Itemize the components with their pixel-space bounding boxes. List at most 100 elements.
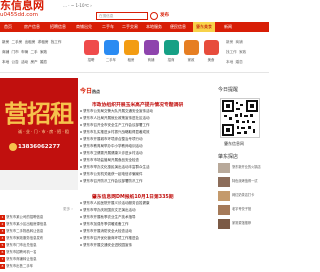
thumbnail[interactable]: [218, 163, 230, 173]
news-item[interactable]: 肇东市举办庆祝国庆文艺演出活动: [80, 207, 210, 214]
thumb-caption[interactable]: 肇东新开业的火锅店: [232, 164, 268, 169]
app-icon[interactable]: [124, 40, 139, 55]
promo-banner[interactable]: 营招租 诚 · 业 · 门 · 市 · 房 · 招 · 租 1383606227…: [0, 78, 78, 170]
subnav-link[interactable]: 公告: [11, 60, 18, 64]
nav-item[interactable]: 首页: [4, 22, 12, 32]
category-link[interactable]: 婚恋: [235, 60, 242, 64]
news-item[interactable]: 肇东市扎实推进乡村振兴战略取得显著成效: [80, 129, 210, 136]
thumb-caption[interactable]: 特色烧烤值得一试: [232, 178, 268, 183]
app-icon[interactable]: [204, 40, 219, 55]
thumb-caption[interactable]: 老字号饺子馆: [232, 206, 268, 211]
nav-item[interactable]: 二手交易: [122, 22, 138, 32]
thumbnail[interactable]: [218, 191, 230, 201]
nav-item[interactable]: 便民信息: [170, 22, 186, 32]
thumb-caption[interactable]: 网红奶茶店打卡: [232, 192, 268, 197]
thumb-caption[interactable]: 家常菜馆推荐: [232, 220, 268, 225]
list-item[interactable]: 2 肇东市某小区出租房源信息: [0, 221, 78, 228]
nav-item[interactable]: 新闻: [224, 22, 232, 32]
nav-item-active[interactable]: 肇东美食: [193, 22, 215, 32]
list-item[interactable]: 1 肇东市某公司的招聘信息: [0, 214, 78, 221]
news-item[interactable]: 肇东市开展交通安全进校园宣传: [80, 242, 210, 249]
news-item[interactable]: 肇东市市场监管局开展食品安全检查: [80, 157, 210, 164]
subnav-link[interactable]: 二手房: [11, 40, 22, 44]
right-category-grid: 本地 婚恋: [226, 60, 243, 65]
subnav-link[interactable]: 房产: [30, 60, 37, 64]
banner-subtext: 诚 · 业 · 门 · 市 · 房 · 招 · 租: [18, 129, 69, 134]
news-item[interactable]: 肇东市人民医院开展义诊活动服务百姓健康: [80, 200, 210, 207]
app-icon[interactable]: [184, 40, 199, 55]
news-item[interactable]: 肇东市开展消防安全大检查活动: [80, 228, 210, 235]
category-link[interactable]: 找工作: [226, 50, 237, 54]
category-link[interactable]: 新房: [226, 40, 233, 44]
thumbnail[interactable]: [218, 219, 230, 229]
nav-item[interactable]: 商铺出兑: [76, 22, 92, 32]
category-link[interactable]: 本地: [226, 60, 233, 64]
subnav-link[interactable]: 门市: [11, 50, 18, 54]
news-item[interactable]: 肇东市公安局交警大队开展交通安全宣传活动: [80, 108, 210, 115]
subnav-link[interactable]: 商铺: [2, 50, 9, 54]
app-icon[interactable]: [144, 40, 159, 55]
news-item[interactable]: 肇东市加强冬季供暖准备工作: [80, 221, 210, 228]
today-section-title: 今日热点: [80, 88, 101, 95]
site-logo[interactable]: 东信息网: [0, 0, 44, 12]
list-item[interactable]: 4 肇东市家政服务信息发布: [0, 235, 78, 242]
sidebar-block-title: 肇东探店: [218, 154, 239, 160]
category-link[interactable]: 家政: [239, 50, 246, 54]
subnav-link[interactable]: 家政: [40, 50, 47, 54]
list-item[interactable]: 5 肇东市门市出兑信息: [0, 242, 78, 249]
news-item[interactable]: 肇东市开展秋季农业生产技术指导: [80, 214, 210, 221]
app-label: 招商: [167, 58, 175, 62]
app-label: 租房: [127, 58, 135, 62]
ad-strip[interactable]: [0, 170, 78, 190]
app-icon[interactable]: [164, 40, 179, 55]
divider: [0, 72, 269, 73]
app-icon[interactable]: [84, 40, 99, 55]
app-label: 招聘: [87, 58, 95, 62]
category-link[interactable]: 商铺: [235, 40, 242, 44]
nav-item[interactable]: 招聘信息: [50, 22, 66, 32]
app-icon[interactable]: [104, 40, 119, 55]
list-item[interactable]: 7 肇东市商铺转让信息: [0, 256, 78, 263]
subnav-link[interactable]: 求租房: [38, 40, 49, 44]
list-item[interactable]: 8 肇东市出售二手车: [0, 263, 78, 270]
right-category-grid: 找工作 家政: [226, 50, 246, 55]
subnav-link[interactable]: 车辆: [21, 50, 28, 54]
site-domain: u0455dd.com: [0, 12, 38, 18]
weather-widget[interactable]: … · ~ 1-10℃ ›: [63, 3, 92, 8]
news-item[interactable]: 肇东市教育局举办中小学教师培训活动: [80, 143, 210, 150]
nav-item[interactable]: 本地服务: [146, 22, 162, 32]
news-item[interactable]: 肇东市人社局开展就业政策宣传进社区活动: [80, 115, 210, 122]
headline[interactable]: 市政协组织开展玉米高产提升情况专题调研: [92, 101, 183, 108]
publish-button[interactable]: 发布: [160, 12, 169, 18]
news-item[interactable]: 肇东市开展城市环境综合整治专项行动: [80, 136, 210, 143]
news-item[interactable]: 肇东市召开防汛工作会议部署防汛工作: [80, 178, 210, 185]
subnav-link[interactable]: 活动: [21, 60, 28, 64]
subnav-link[interactable]: 本地: [2, 60, 9, 64]
list-item[interactable]: 6 肇东市招聘司机一名: [0, 249, 78, 256]
subnav-link[interactable]: 出租房: [25, 40, 36, 44]
search-icon[interactable]: [150, 12, 158, 20]
thumbnail[interactable]: [218, 205, 230, 215]
sidebar-title: 今日提醒: [218, 87, 239, 93]
news-item[interactable]: 肇东市举办文化惠民演出活动丰富群众生活: [80, 164, 210, 171]
news-item[interactable]: 肇东市公安机关破获一起电信诈骗案件: [80, 171, 210, 178]
nav-item[interactable]: 房产信息: [24, 22, 40, 32]
news-item[interactable]: 肇东市召开全市安全生产工作会议部署工作: [80, 122, 210, 129]
banner-phone: 13836062277: [18, 144, 61, 150]
list-item[interactable]: 3 肇东市二手物品转让信息: [0, 228, 78, 235]
subnav-row: 商铺 门市 车辆 二手 家政: [2, 50, 47, 55]
main-nav: 首页 房产信息 招聘信息 商铺出兑 二手车 二手交易 本地服务 便民信息 肇东美…: [0, 22, 269, 32]
search-input[interactable]: 在搜信息: [96, 12, 148, 20]
app-label: 商铺: [147, 58, 155, 62]
subnav-link[interactable]: 找工作: [51, 40, 62, 44]
more-link[interactable]: 更多 ›: [63, 207, 73, 212]
nav-item[interactable]: 二手车: [102, 22, 114, 32]
subnav-link[interactable]: 婚恋: [40, 60, 47, 64]
headline-2[interactable]: 肇东信息网DM报纸10月1日第335期: [92, 193, 174, 200]
subnav-link[interactable]: 二手: [30, 50, 37, 54]
news-item[interactable]: 肇东市卫健委开展健康义诊进乡村活动: [80, 150, 210, 157]
thumbnail[interactable]: [218, 177, 230, 187]
subnav-link[interactable]: 新房: [2, 40, 9, 44]
qr-label: 肇东信息网: [224, 141, 244, 146]
news-item[interactable]: 肇东市召开优化营商环境工作推进会: [80, 235, 210, 242]
